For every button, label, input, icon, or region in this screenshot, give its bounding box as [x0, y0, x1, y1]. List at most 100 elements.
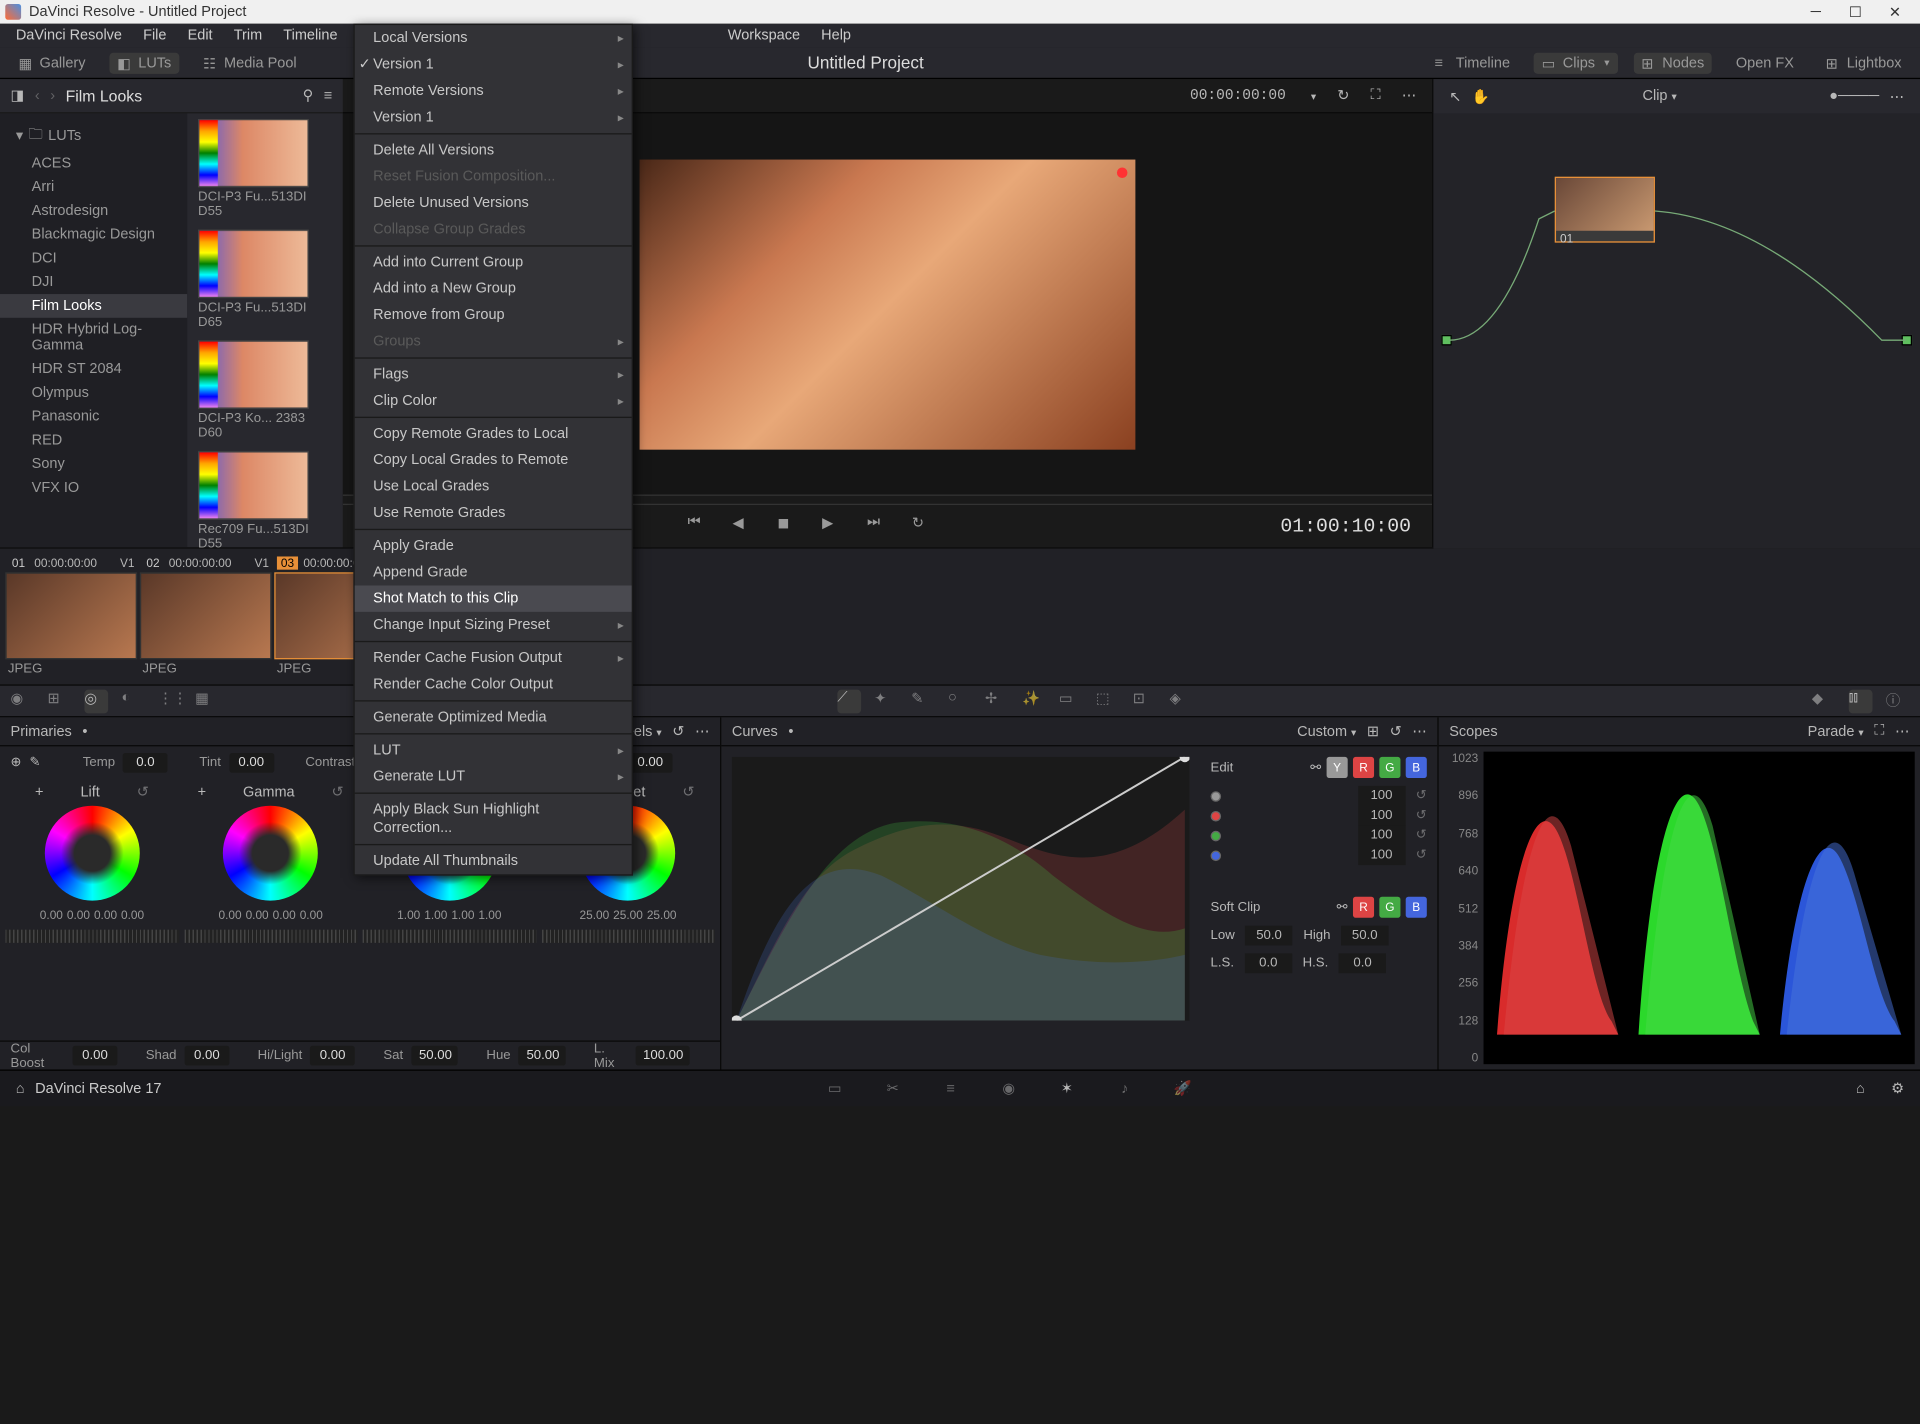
spline-dot[interactable]: [1211, 791, 1222, 802]
context-menu-item[interactable]: Clip Color: [355, 388, 632, 414]
tree-item[interactable]: ACES: [0, 152, 187, 176]
softclip-link-icon[interactable]: ⚯: [1337, 900, 1348, 915]
luts-search-icon[interactable]: ⚲: [303, 87, 314, 104]
lut-thumb[interactable]: DCI-P3 Fu...513DI D65: [198, 229, 333, 329]
stop-button[interactable]: ◼: [777, 514, 801, 538]
fairlight-page-button[interactable]: ♪: [1101, 1075, 1148, 1101]
home-icon[interactable]: ⌂: [16, 1081, 25, 1097]
wheel-master-slider[interactable]: [5, 930, 178, 943]
tree-item[interactable]: Panasonic: [0, 405, 187, 429]
context-menu-item[interactable]: Render Cache Fusion Output: [355, 645, 632, 671]
openfx-button[interactable]: Open FX: [1728, 52, 1802, 73]
curves-mode[interactable]: Custom: [1297, 723, 1356, 739]
blur-icon[interactable]: ▭: [1059, 689, 1083, 713]
context-menu-item[interactable]: Append Grade: [355, 559, 632, 585]
context-menu-item[interactable]: Render Cache Color Output: [355, 671, 632, 697]
context-menu-item[interactable]: Copy Local Grades to Remote: [355, 447, 632, 473]
color-match-icon[interactable]: ⊞: [47, 689, 71, 713]
minimize-button[interactable]: ─: [1796, 0, 1836, 24]
adj-value[interactable]: 0.00: [184, 1046, 229, 1066]
wheel-values[interactable]: 0.000.000.000.00: [40, 909, 144, 922]
adj-value[interactable]: 50.00: [411, 1046, 458, 1066]
curves-gang-icon[interactable]: ⊞: [1367, 723, 1379, 740]
context-menu-item[interactable]: Add into Current Group: [355, 249, 632, 275]
media-page-button[interactable]: ▭: [811, 1075, 858, 1101]
camera-raw-icon[interactable]: ◉: [11, 689, 35, 713]
lut-thumb[interactable]: DCI-P3 Fu...513DI D55: [198, 119, 333, 219]
low-value[interactable]: 50.0: [1245, 926, 1292, 946]
context-menu-item[interactable]: Copy Remote Grades to Local: [355, 421, 632, 447]
menu-timeline[interactable]: Timeline: [273, 28, 348, 44]
sizing-icon[interactable]: ⊡: [1133, 689, 1157, 713]
expand-icon[interactable]: ⛶: [1371, 87, 1381, 104]
spline-dot[interactable]: [1211, 850, 1222, 861]
primaries-reset-icon[interactable]: ↺: [672, 723, 684, 740]
context-menu-item[interactable]: Use Local Grades: [355, 473, 632, 499]
context-menu-item[interactable]: Local Versions: [355, 25, 632, 51]
context-menu-item[interactable]: Version 1: [355, 104, 632, 130]
context-menu-item[interactable]: Remote Versions: [355, 78, 632, 104]
clips-button[interactable]: ▭Clips: [1534, 52, 1618, 73]
tree-item[interactable]: DJI: [0, 270, 187, 294]
sc-r-button[interactable]: R: [1353, 897, 1374, 918]
keyframe-icon[interactable]: ◆: [1812, 689, 1836, 713]
auto-balance-icon[interactable]: ⊕: [11, 755, 22, 770]
curves-graph[interactable]: [721, 746, 1200, 1069]
clip-item[interactable]: 0100:00:00:00V1JPEG: [5, 554, 137, 679]
magic-mask-icon[interactable]: ✨: [1022, 689, 1046, 713]
menu-davinci[interactable]: DaVinci Resolve: [5, 28, 132, 44]
context-menu-item[interactable]: Update All Thumbnails: [355, 848, 632, 874]
color-wheel[interactable]: [223, 806, 318, 901]
hand-tool-icon[interactable]: ✋: [1472, 88, 1490, 105]
context-menu-item[interactable]: Generate Optimized Media: [355, 704, 632, 730]
info-icon[interactable]: ⓘ: [1886, 689, 1910, 713]
wheel-picker-icon[interactable]: +: [198, 784, 206, 800]
tc-dropdown[interactable]: [1307, 88, 1316, 104]
wheel-values[interactable]: 25.0025.0025.00: [579, 909, 676, 922]
high-value[interactable]: 50.0: [1341, 926, 1388, 946]
goto-end-button[interactable]: ⏭: [867, 514, 891, 538]
project-settings-icon[interactable]: ⚙: [1891, 1080, 1904, 1097]
clip-item[interactable]: 0200:00:00:00V1JPEG: [140, 554, 272, 679]
nodes-mode[interactable]: Clip: [1643, 88, 1677, 104]
context-menu-item[interactable]: Use Remote Grades: [355, 500, 632, 526]
goto-start-button[interactable]: ⏮: [688, 514, 712, 538]
spline-reset-icon[interactable]: ↺: [1416, 808, 1427, 823]
spline-dot[interactable]: [1211, 810, 1222, 821]
gallery-button[interactable]: ▦Gallery: [11, 52, 94, 73]
tint-value[interactable]: 0.00: [229, 752, 274, 772]
middetail-value[interactable]: 0.00: [628, 752, 673, 772]
wheel-reset-icon[interactable]: ↺: [682, 783, 694, 800]
node-output[interactable]: [1902, 335, 1913, 346]
link-icon[interactable]: ⚯: [1310, 760, 1321, 775]
scopes-expand-icon[interactable]: ⛶: [1874, 723, 1884, 740]
scopes-mode[interactable]: Parade: [1808, 723, 1864, 739]
cut-page-button[interactable]: ✂: [869, 1075, 916, 1101]
edit-g-button[interactable]: G: [1379, 757, 1400, 778]
hs-value[interactable]: 0.0: [1339, 953, 1386, 973]
curves-icon[interactable]: ⟋: [837, 689, 861, 713]
node-input[interactable]: [1441, 335, 1452, 346]
edit-r-button[interactable]: R: [1353, 757, 1374, 778]
wheel-reset-icon[interactable]: ↺: [137, 783, 149, 800]
qualifier-icon[interactable]: ✎: [911, 689, 935, 713]
spline-value[interactable]: 100: [1358, 825, 1405, 845]
color-node[interactable]: 01: [1555, 177, 1655, 243]
loop-button[interactable]: ↻: [912, 514, 936, 538]
luts-button[interactable]: ◧LUTs: [109, 52, 179, 73]
nodes-button[interactable]: ⊞Nodes: [1633, 52, 1712, 73]
nav-back-icon[interactable]: ‹: [35, 88, 40, 104]
step-back-button[interactable]: ◀: [733, 514, 757, 538]
play-button[interactable]: ▶: [822, 514, 846, 538]
tree-item[interactable]: HDR ST 2084: [0, 357, 187, 381]
curves-menu-icon[interactable]: ⋯: [1412, 723, 1427, 740]
tree-item[interactable]: RED: [0, 429, 187, 453]
spline-reset-icon[interactable]: ↺: [1416, 848, 1427, 863]
playhead-timecode[interactable]: 01:00:10:00: [1280, 515, 1411, 537]
warper-icon[interactable]: ✦: [874, 689, 898, 713]
nodes-canvas[interactable]: 01: [1433, 113, 1920, 548]
tree-item[interactable]: Arri: [0, 175, 187, 199]
viewer-timecode[interactable]: 00:00:00:00: [1190, 88, 1286, 104]
window-icon[interactable]: ○: [948, 689, 972, 713]
context-menu-item[interactable]: Delete Unused Versions: [355, 190, 632, 216]
